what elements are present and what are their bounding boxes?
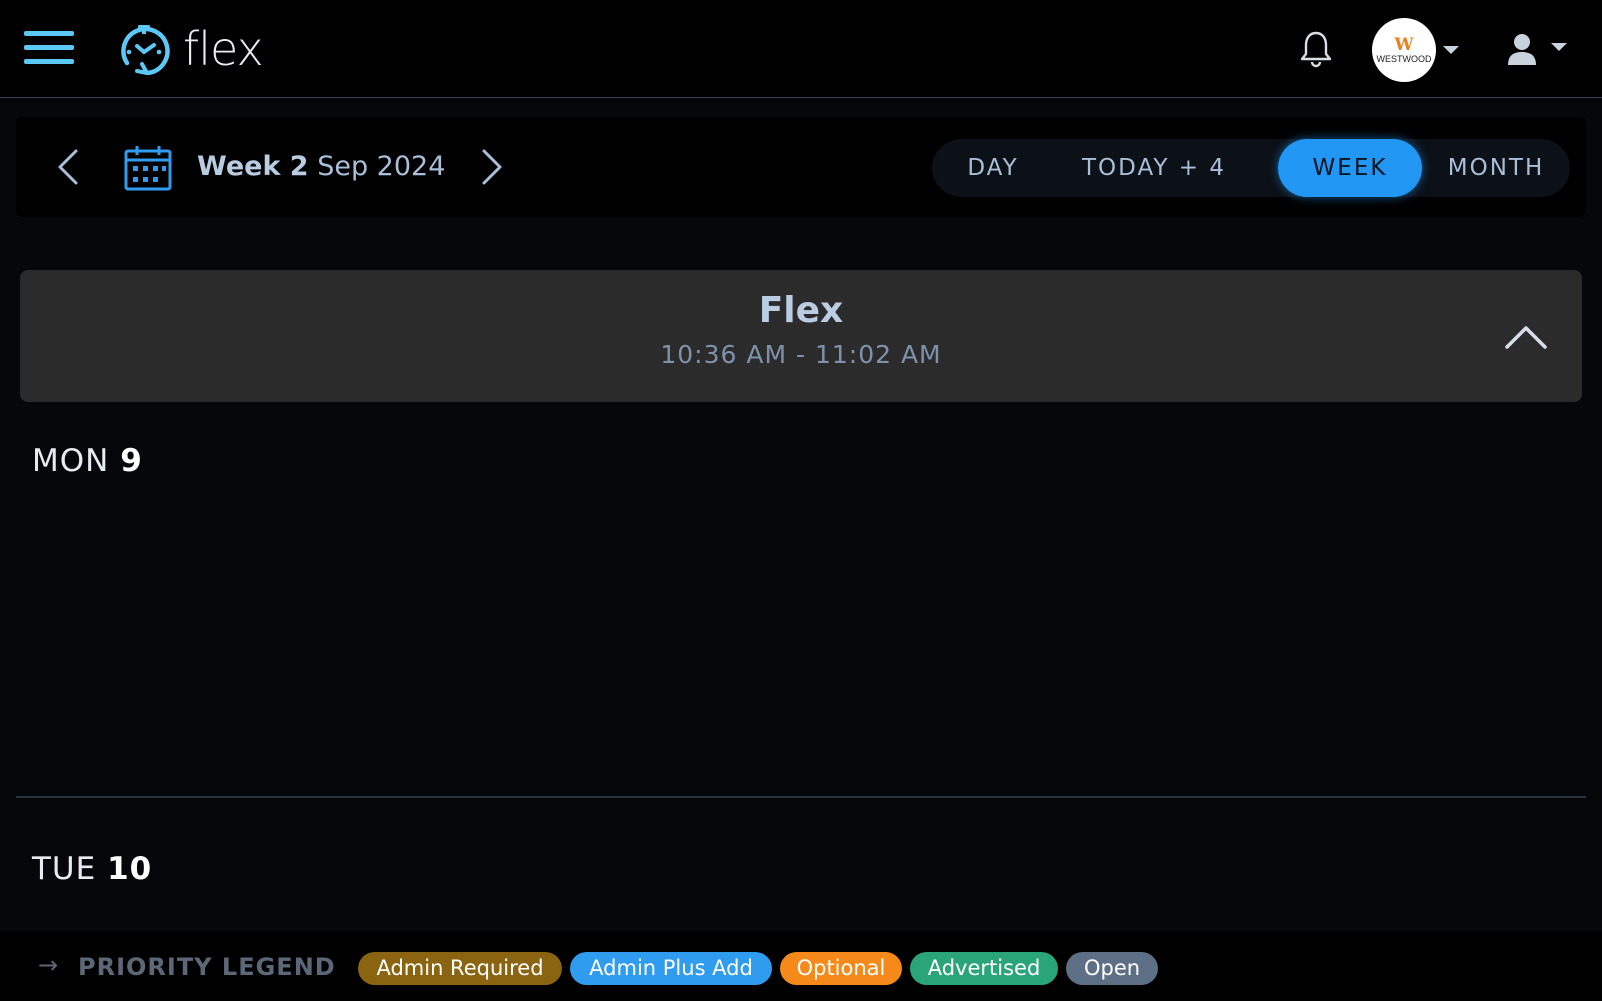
view-today-plus-4-button[interactable]: TODAY + 4 [1054, 139, 1254, 197]
week-month-year: Sep 2024 [317, 151, 446, 182]
priority-legend: → PRIORITY LEGEND Admin Required Admin P… [0, 931, 1602, 1001]
arrow-right-icon: → [38, 951, 59, 979]
week-number: Week 2 [197, 151, 309, 182]
notification-bell-icon[interactable] [1299, 30, 1333, 68]
org-logo-initial: W [1394, 34, 1414, 55]
current-shift-card[interactable]: Flex 10:36 AM - 11:02 AM [20, 270, 1582, 402]
org-logo-name: WESTWOOD [1376, 53, 1432, 64]
view-day-button[interactable]: DAY [932, 139, 1054, 197]
day-header: MON 9 [32, 443, 143, 479]
shift-time: 10:36 AM - 11:02 AM [660, 340, 942, 369]
day-number: 9 [120, 443, 143, 479]
calendar-icon[interactable] [124, 145, 172, 191]
day-number: 10 [107, 851, 153, 887]
week-navigation: Week 2 Sep 2024 DAY TODAY + 4 WEEK MONTH [16, 117, 1586, 217]
week-label: Week 2 Sep 2024 [197, 147, 445, 187]
user-dropdown-caret-icon[interactable] [1551, 43, 1567, 51]
legend-chip-advertised: Advertised [910, 952, 1058, 985]
day-divider [16, 796, 1586, 798]
stopwatch-icon [121, 25, 170, 75]
chevron-up-icon[interactable] [1504, 322, 1548, 350]
menu-icon[interactable] [24, 31, 74, 67]
user-icon[interactable] [1506, 32, 1538, 66]
chevron-left-icon[interactable] [50, 147, 90, 187]
app-name: flex [183, 22, 264, 76]
legend-chip-admin-plus-add: Admin Plus Add [570, 952, 772, 985]
view-switcher: DAY TODAY + 4 WEEK MONTH [932, 139, 1570, 197]
view-month-button[interactable]: MONTH [1422, 139, 1570, 197]
legend-chip-admin-required: Admin Required [358, 952, 562, 985]
legend-chip-open: Open [1066, 952, 1158, 985]
chevron-right-icon[interactable] [470, 147, 510, 187]
org-avatar[interactable]: W WESTWOOD [1372, 18, 1436, 82]
view-week-button[interactable]: WEEK [1278, 139, 1422, 197]
top-navbar: flex W WESTWOOD [0, 0, 1602, 98]
org-dropdown-caret-icon[interactable] [1443, 46, 1459, 54]
legend-title: PRIORITY LEGEND [78, 953, 336, 981]
day-of-week: TUE [32, 851, 97, 887]
day-header: TUE 10 [32, 851, 152, 887]
legend-chip-optional: Optional [780, 952, 902, 985]
day-of-week: MON [32, 443, 110, 479]
app-logo[interactable]: flex [117, 22, 264, 76]
shift-title: Flex [758, 290, 844, 331]
